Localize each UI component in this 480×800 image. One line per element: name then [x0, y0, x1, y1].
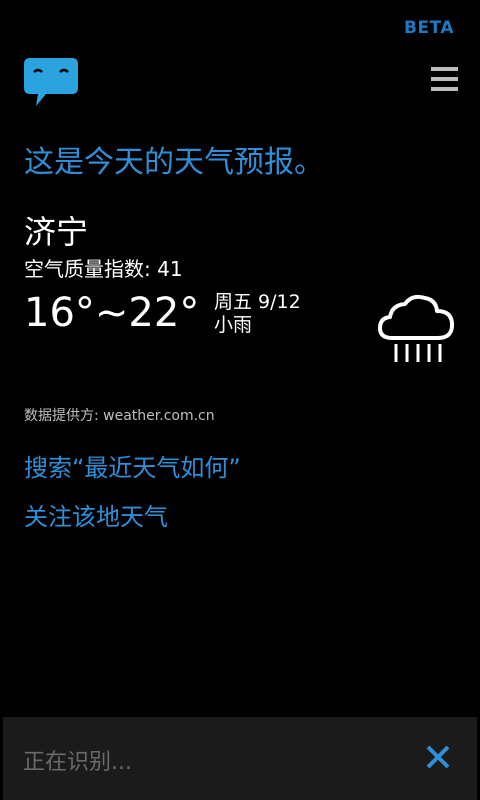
headline: 这是今天的天气预报。	[24, 145, 324, 180]
day-date: 周五 9/12	[214, 291, 301, 313]
temperature-range: 16°~22°	[24, 290, 200, 336]
air-quality-index: 空气质量指数: 41	[24, 257, 183, 281]
follow-weather-link[interactable]: 关注该地天气	[24, 497, 168, 532]
menu-icon[interactable]	[431, 67, 458, 91]
rain-cloud-icon	[378, 294, 455, 362]
close-icon[interactable]	[423, 742, 453, 772]
recognition-status: 正在识别...	[23, 750, 132, 775]
search-recent-weather-link[interactable]: 搜索“最近天气如何”	[24, 448, 241, 483]
beta-label: BETA	[403, 18, 454, 38]
assistant-logo-icon	[24, 58, 78, 106]
speech-status-bar: 正在识别...	[3, 717, 477, 800]
weather-condition: 小雨	[214, 314, 253, 336]
data-source: 数据提供方: weather.com.cn	[24, 408, 215, 424]
city-name: 济宁	[24, 213, 89, 251]
